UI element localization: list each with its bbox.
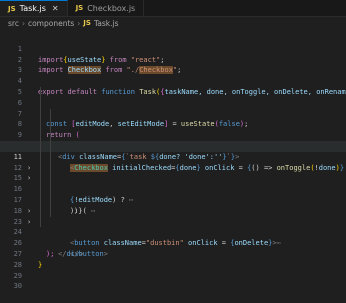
code-line: 6 const [editMode, setEditMode] = useSta… [0,86,346,128]
code-line-current: 11 › {!editMode) ? ⋯ [0,140,346,204]
code-line: 15 )} [0,162,346,215]
code-line: 27 } [0,238,346,269]
indent-guide [40,140,41,152]
code-line: 2 import Checkbox from "./Checkbox"; [0,44,346,75]
breadcrumb: src › components › JS Task.js [0,17,346,29]
code-editor[interactable]: 1 import{useState} from "react"; 2 impor… [0,33,346,290]
indent-guide [40,205,41,217]
indent-guide [40,216,41,228]
code-line: 17 › <button className="dustbin" onClick… [0,184,346,247]
indent-guide [50,119,51,131]
code-line: 30 [0,271,346,290]
code-line: 10 [0,130,346,150]
indent-guide [50,140,51,152]
indent-guide [50,151,51,163]
breadcrumb-item-src[interactable]: src [8,19,19,28]
indent-guide [50,130,51,141]
code-line: 16 [0,173,346,193]
indent-guide [50,194,51,206]
breadcrumb-item-components[interactable]: components [28,19,74,28]
indent-guide [40,86,41,98]
indent-guide [50,173,51,185]
javascript-file-icon: JS [8,4,16,13]
indent-guide [40,151,41,163]
indent-guide [50,184,51,195]
code-line: 4 export default function Task({taskName… [0,65,346,96]
indent-guide [40,119,41,131]
tab-label: Task.js [19,4,46,13]
tab-task-js[interactable]: JS Task.js ✕ [0,0,68,16]
tab-checkbox-js[interactable]: JS Checkbox.js [67,0,145,16]
indent-guide [50,205,51,217]
code-line: 12 › ): ( ⋯ [0,151,346,215]
code-line: 8 <div className={`task ${done? 'done':'… [0,108,346,161]
code-line: 29 [0,260,346,280]
close-icon[interactable]: ✕ [52,4,59,13]
indent-guide [40,162,41,174]
chevron-right-icon: › [77,18,81,28]
code-line: 26 ); [0,227,346,258]
breadcrumb-item-file[interactable]: Task.js [94,19,119,28]
indent-guide [40,173,41,185]
code-line: 1 import{useState} from "react"; [0,33,346,64]
code-line: 28 [0,249,346,269]
editor-tab-bar: JS Task.js ✕ JS Checkbox.js [0,0,346,17]
javascript-file-icon: JS [75,4,84,12]
code-line: 5 [0,76,346,96]
code-line: 18 › [0,194,346,226]
code-line: 23 </button> [0,205,346,258]
indent-guide [50,162,51,174]
line-number: 30 [13,282,22,291]
code-line: 3 [0,55,346,74]
indent-guide [40,184,41,195]
indent-guide [40,194,41,206]
indent-guide [40,130,41,141]
indent-guide [40,97,41,109]
code-line: 9 <Checkbox initialChecked={done} onClic… [0,119,346,172]
tab-label: Checkbox.js [87,3,136,13]
indent-guide [40,108,41,120]
code-line: 24 </div> [0,216,346,258]
code-line: 7 return ( [0,97,346,139]
javascript-file-icon: JS [83,19,91,27]
indent-guide [50,108,51,120]
chevron-right-icon: › [21,18,25,28]
